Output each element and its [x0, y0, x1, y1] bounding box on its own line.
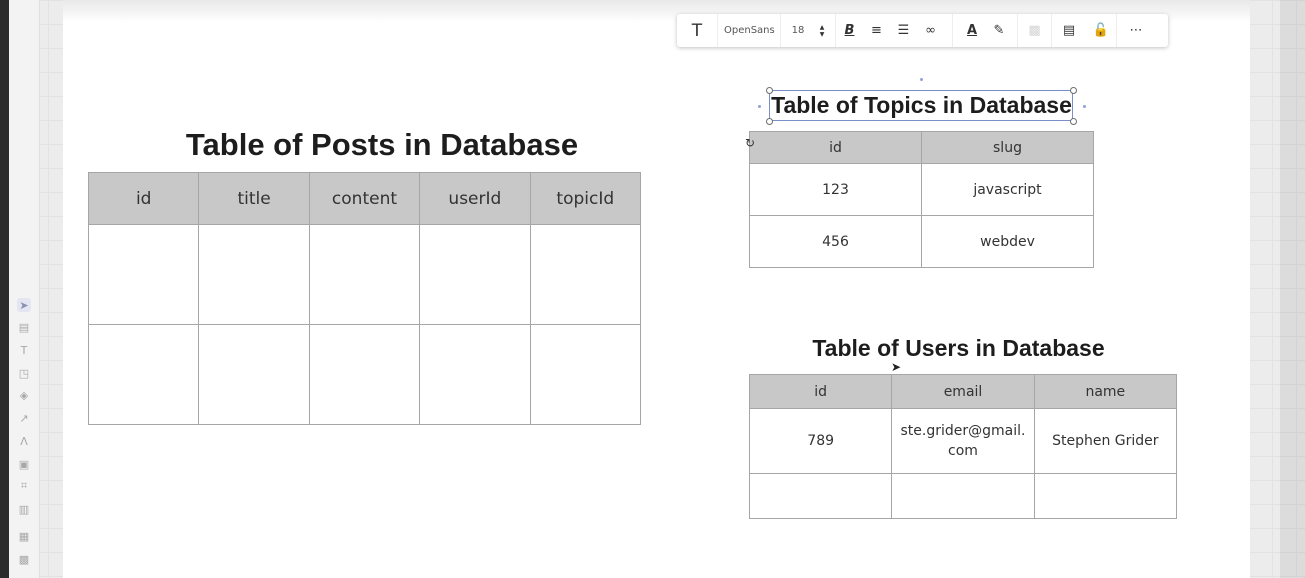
table-cell[interactable]	[308, 324, 421, 425]
users-table[interactable]: id email name 789 ste.grider@gmail.com S…	[748, 374, 1178, 519]
link-icon[interactable]: ∞	[917, 14, 944, 47]
bullet-list-icon[interactable]: ☰	[890, 14, 917, 47]
resize-handle[interactable]	[766, 87, 773, 94]
mouse-cursor-icon: ➤	[891, 360, 902, 374]
table-row	[87, 224, 642, 325]
table-cell[interactable]	[529, 224, 642, 325]
resize-handle[interactable]	[766, 118, 773, 125]
selection-handle-dot[interactable]	[920, 78, 923, 81]
comment-icon[interactable]: ▤	[1052, 14, 1086, 47]
chevron-up-icon[interactable]: ▲	[820, 24, 825, 31]
table-cell[interactable]	[419, 224, 531, 325]
table-cell[interactable]: webdev	[921, 215, 1094, 268]
template-icon[interactable]: ▤	[17, 320, 31, 334]
comment-icon[interactable]: ▣	[17, 457, 31, 471]
lock-icon[interactable]: 🔓	[1086, 14, 1116, 47]
highlight-icon[interactable]: ✎	[991, 14, 1007, 47]
select-tool-icon[interactable]: ➤	[17, 298, 31, 312]
chevron-down-icon[interactable]: ▼	[820, 31, 825, 38]
column-header[interactable]: userId	[419, 172, 531, 225]
shapes-icon[interactable]: ◈	[17, 388, 31, 402]
table-cell[interactable]	[87, 224, 200, 325]
table-cell[interactable]: ste.grider@gmail.com	[891, 408, 1035, 474]
table-row	[748, 473, 1178, 519]
column-header[interactable]: slug	[921, 131, 1094, 164]
font-family-select[interactable]: OpenSans	[718, 14, 780, 47]
table-cell[interactable]: 123	[749, 163, 922, 216]
right-margin	[1280, 0, 1305, 578]
table-row: 123 javascript	[749, 163, 1094, 216]
resize-handle[interactable]	[1070, 118, 1077, 125]
font-size-stepper[interactable]: ▲ ▼	[815, 24, 829, 38]
table-cell[interactable]	[87, 324, 200, 425]
bold-icon[interactable]: B	[836, 14, 863, 47]
table-cell[interactable]	[308, 224, 421, 325]
table-cell[interactable]: Stephen Grider	[1033, 408, 1178, 474]
table-cell[interactable]	[419, 324, 531, 425]
selection-handle-dot[interactable]	[1083, 105, 1086, 108]
users-table-title[interactable]: Table of Users in Database	[760, 335, 1157, 362]
table-cell[interactable]	[529, 324, 642, 425]
table-row: 789 ste.grider@gmail.com Stephen Grider	[748, 408, 1178, 474]
table-cell[interactable]: 789	[748, 408, 893, 474]
text-format-toolbar: T OpenSans 18 ▲ ▼ B ≡ ☰ ∞ A ✎ ▩ ▤ 🔓 ⋯	[677, 14, 1168, 47]
column-header[interactable]: topicId	[529, 172, 642, 225]
table-cell[interactable]: 456	[749, 215, 922, 268]
table-cell[interactable]	[1033, 473, 1178, 519]
window-edge	[0, 0, 9, 578]
topics-table[interactable]: id slug 123 javascript 456 webdev	[749, 131, 1094, 268]
column-header[interactable]: id	[87, 172, 200, 225]
selection-box[interactable]	[769, 90, 1073, 121]
font-size-input[interactable]: 18	[781, 14, 815, 47]
table-row: 456 webdev	[749, 215, 1094, 268]
pen-icon[interactable]: ↗	[17, 411, 31, 425]
table-row	[87, 324, 642, 425]
frame-icon[interactable]: ⌗	[17, 479, 31, 493]
table-cell[interactable]	[198, 224, 310, 325]
table-cell[interactable]	[891, 473, 1035, 519]
resize-handle[interactable]	[1070, 87, 1077, 94]
align-left-icon[interactable]: ≡	[863, 14, 890, 47]
table-cell[interactable]	[198, 324, 310, 425]
table-cell[interactable]: javascript	[921, 163, 1094, 216]
column-header[interactable]: email	[891, 374, 1035, 409]
selection-handle-dot[interactable]	[758, 105, 761, 108]
column-header[interactable]: title	[198, 172, 310, 225]
sticky-note-icon[interactable]: ◳	[17, 366, 31, 380]
column-header[interactable]: name	[1033, 374, 1178, 409]
column-header[interactable]: id	[749, 131, 922, 164]
text-icon[interactable]: T	[17, 343, 31, 357]
table-cell[interactable]	[748, 473, 893, 519]
upload-icon[interactable]: ▥	[17, 502, 31, 516]
add-icon[interactable]: ▩	[17, 552, 31, 566]
rotate-icon[interactable]: ↻	[745, 136, 755, 150]
connector-icon[interactable]: Λ	[17, 434, 31, 448]
column-header[interactable]: content	[308, 172, 421, 225]
left-toolbar: ➤ ▤ T ◳ ◈ ↗ Λ ▣ ⌗ ▥ ▦ ▩	[9, 0, 40, 578]
fill-icon[interactable]: ▩	[1018, 14, 1051, 47]
posts-table-title[interactable]: Table of Posts in Database	[88, 127, 676, 163]
text-color-icon[interactable]: A	[953, 14, 991, 47]
more-icon[interactable]: ⋯	[1117, 14, 1155, 47]
column-header[interactable]: id	[748, 374, 893, 409]
posts-table[interactable]: id title content userId topicId	[87, 172, 642, 425]
text-tool-icon[interactable]: T	[677, 14, 717, 47]
table-icon[interactable]: ▦	[17, 529, 31, 543]
